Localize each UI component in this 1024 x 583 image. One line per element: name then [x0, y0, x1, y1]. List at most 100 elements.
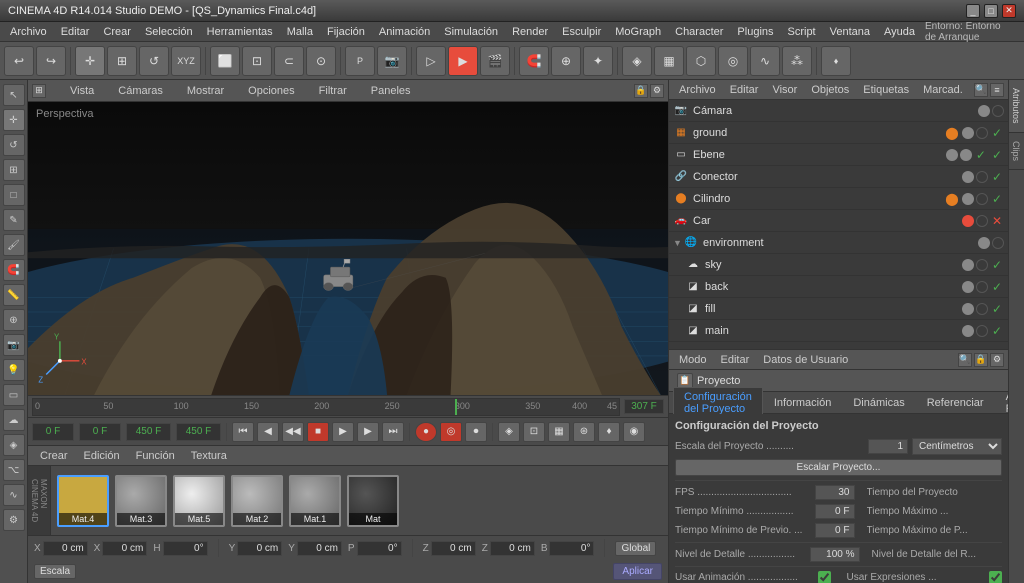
om-row-environment[interactable]: ▼ 🌐 environment — [669, 232, 1008, 254]
rs-tab-clips[interactable]: Clips — [1009, 133, 1024, 170]
attr-tiempo-min-input[interactable] — [815, 504, 855, 519]
tb-weld[interactable]: ✦ — [583, 46, 613, 76]
transport-key4[interactable]: ⊛ — [573, 422, 595, 442]
tool-object[interactable]: ◈ — [3, 434, 25, 456]
mat-menu-funcion[interactable]: Función — [132, 449, 179, 463]
coord-scale-button[interactable]: Escala — [34, 564, 76, 579]
vp-tab-mostrar[interactable]: Mostrar — [179, 83, 232, 99]
transport-frame-current-input[interactable] — [79, 423, 121, 441]
cilindro-dot2[interactable] — [976, 193, 988, 205]
menu-ventana[interactable]: Ventana — [824, 24, 876, 40]
menu-esculpir[interactable]: Esculpir — [556, 24, 607, 40]
tool-box[interactable]: □ — [3, 184, 25, 206]
attr-detalle-input[interactable] — [810, 547, 860, 562]
ebene-dot2[interactable] — [960, 149, 972, 161]
attr-tiempo-prev-input[interactable] — [815, 523, 855, 538]
maximize-button[interactable]: □ — [984, 4, 998, 18]
menu-script[interactable]: Script — [782, 24, 822, 40]
tb-spline[interactable]: ∿ — [750, 46, 780, 76]
tool-camera[interactable]: 📷 — [3, 334, 25, 356]
menu-plugins[interactable]: Plugins — [731, 24, 779, 40]
conector-dot1[interactable] — [962, 171, 974, 183]
tool-light[interactable]: 💡 — [3, 359, 25, 381]
transport-record3[interactable]: ⏺ — [465, 422, 487, 442]
coord-x-input[interactable] — [43, 541, 88, 556]
env-dot2[interactable] — [992, 237, 1004, 249]
om-search-icon[interactable]: 🔍 — [974, 83, 988, 97]
attr-menu-datos[interactable]: Datos de Usuario — [757, 352, 854, 368]
om-row-car[interactable]: 🚗 Car ✕ — [669, 210, 1008, 232]
transport-key3[interactable]: ▦ — [548, 422, 570, 442]
ground-dot2[interactable] — [976, 127, 988, 139]
coord-sy-input[interactable] — [297, 541, 342, 556]
attr-fps-input[interactable] — [815, 485, 855, 500]
back-dot1[interactable] — [962, 281, 974, 293]
camera-dot1[interactable] — [978, 105, 990, 117]
sky-dot2[interactable] — [976, 259, 988, 271]
mat-menu-crear[interactable]: Crear — [36, 449, 72, 463]
tb-xyz[interactable]: XYZ — [171, 46, 201, 76]
conector-dot2[interactable] — [976, 171, 988, 183]
tool-measure[interactable]: 📏 — [3, 284, 25, 306]
transport-frame-end2-input[interactable] — [176, 423, 221, 441]
om-menu-etiquetas[interactable]: Etiquetas — [857, 82, 915, 98]
coord-z-input[interactable] — [431, 541, 476, 556]
tool-rigging[interactable]: ⚙ — [3, 509, 25, 531]
material-swatch-mat3[interactable]: Mat.3 — [115, 475, 167, 527]
menu-character[interactable]: Character — [669, 24, 729, 40]
vp-tab-paneles[interactable]: Paneles — [363, 83, 419, 99]
transport-play[interactable]: ▶ — [332, 422, 354, 442]
tb-render1[interactable]: ▷ — [416, 46, 446, 76]
main-dot2[interactable] — [976, 325, 988, 337]
tb-rotate[interactable]: ↺ — [139, 46, 169, 76]
om-row-ground[interactable]: ▦ ground ⬤ ✓ — [669, 122, 1008, 144]
menu-mograph[interactable]: MoGraph — [609, 24, 667, 40]
attr-animacion-check[interactable] — [818, 571, 831, 583]
mat-menu-textura[interactable]: Textura — [187, 449, 231, 463]
menu-animacion[interactable]: Animación — [373, 24, 436, 40]
tool-deformer[interactable]: ⌥ — [3, 459, 25, 481]
transport-record2[interactable]: ◎ — [440, 422, 462, 442]
tb-select[interactable]: ⬜ — [210, 46, 240, 76]
transport-key6[interactable]: ◉ — [623, 422, 645, 442]
om-filter-icon[interactable]: ≡ — [990, 83, 1004, 97]
main-dot1[interactable] — [962, 325, 974, 337]
tool-paint[interactable]: 🖌 — [3, 234, 25, 256]
material-swatch-mat[interactable]: Mat — [347, 475, 399, 527]
timeline-ruler[interactable]: 0 50 100 150 200 250 300 350 400 45 — [32, 398, 620, 416]
attr-tab-referenciar[interactable]: Referenciar — [916, 393, 995, 413]
tb-move[interactable]: ✛ — [75, 46, 105, 76]
attr-lock-icon[interactable]: 🔒 — [974, 353, 988, 367]
vp-tab-filtrar[interactable]: Filtrar — [311, 83, 355, 99]
coord-sz-input[interactable] — [490, 541, 535, 556]
mat-menu-edicion[interactable]: Edición — [80, 449, 124, 463]
material-swatch-mat5[interactable]: Mat.5 — [173, 475, 225, 527]
tb-camera[interactable]: 📷 — [377, 46, 407, 76]
transport-frame-end-input[interactable] — [126, 423, 171, 441]
attr-escala-unit[interactable]: Centímetros Metros Milímetros — [912, 438, 1002, 455]
ground-dot1[interactable] — [962, 127, 974, 139]
om-menu-visor[interactable]: Visor — [766, 82, 803, 98]
om-row-fill[interactable]: ◪ fill ✓ — [669, 298, 1008, 320]
tb-redo[interactable]: ↪ — [36, 46, 66, 76]
tool-scale[interactable]: ⊞ — [3, 159, 25, 181]
material-swatch-mat2[interactable]: Mat.2 — [231, 475, 283, 527]
vp-tab-camaras[interactable]: Cámaras — [110, 83, 171, 99]
menu-malla[interactable]: Malla — [281, 24, 319, 40]
environment-expand-icon[interactable]: ▼ — [673, 238, 683, 248]
om-menu-marcad[interactable]: Marcad. — [917, 82, 969, 98]
coord-b-input[interactable] — [549, 541, 594, 556]
tb-texture[interactable]: ▦ — [654, 46, 684, 76]
transport-key5[interactable]: ♦ — [598, 422, 620, 442]
tb-live[interactable]: ⊙ — [306, 46, 336, 76]
om-row-sky[interactable]: ☁ sky ✓ — [669, 254, 1008, 276]
tb-select2[interactable]: ⊡ — [242, 46, 272, 76]
vp-tab-vista[interactable]: Vista — [62, 83, 102, 99]
om-row-back[interactable]: ◪ back ✓ — [669, 276, 1008, 298]
om-row-main[interactable]: ◪ main ✓ — [669, 320, 1008, 342]
transport-key1[interactable]: ◈ — [498, 422, 520, 442]
timeline-playhead[interactable] — [455, 399, 457, 415]
tool-move[interactable]: ✛ — [3, 109, 25, 131]
close-button[interactable]: ✕ — [1002, 4, 1016, 18]
vp-tab-opciones[interactable]: Opciones — [240, 83, 302, 99]
